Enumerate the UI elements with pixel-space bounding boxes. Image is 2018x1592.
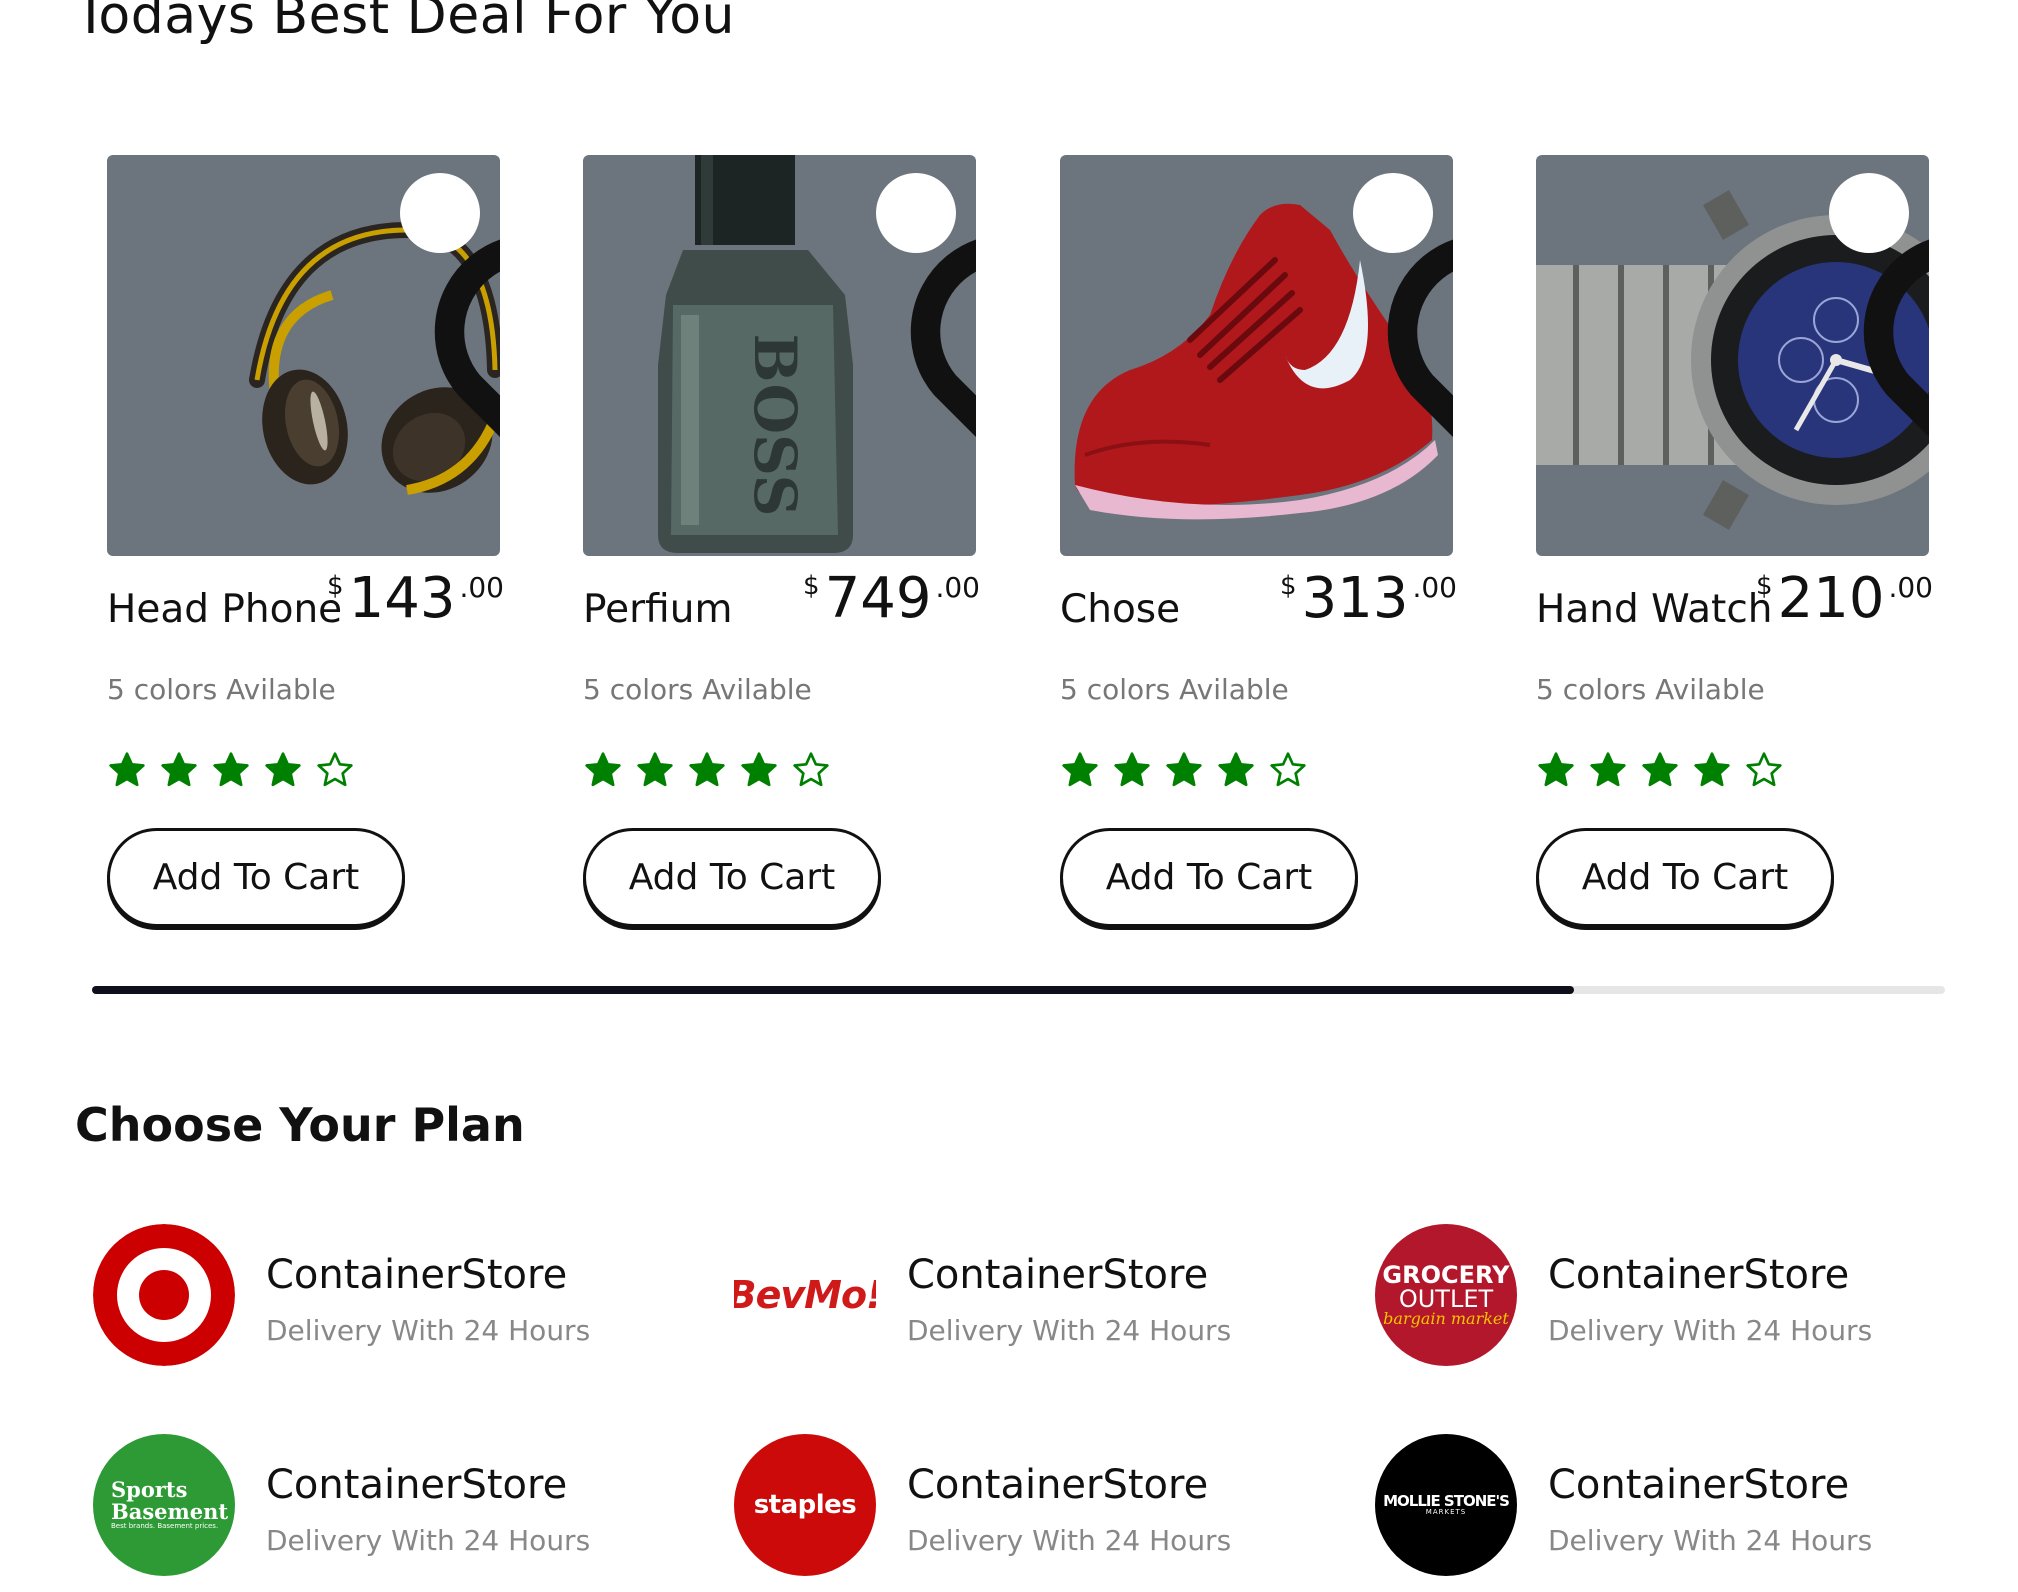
star-filled-icon <box>213 752 249 787</box>
product-image[interactable] <box>1536 155 1929 556</box>
store-item[interactable]: staples ContainerStore Delivery With 24 … <box>734 1434 1294 1584</box>
price-amount: 210 <box>1777 566 1885 631</box>
price-currency: $ <box>327 571 344 601</box>
price-cents: .00 <box>459 571 504 604</box>
section-title: Todays Best Deal For You <box>75 0 735 46</box>
star-outline-icon <box>793 752 829 787</box>
price-cents: .00 <box>935 571 980 604</box>
price-cents: .00 <box>1888 571 1933 604</box>
grocery-outlet-logo: GROCERY OUTLET bargain market <box>1375 1224 1517 1366</box>
target-logo <box>93 1224 235 1366</box>
mollie-stones-logo: MOLLIE STONE'S MARKETS <box>1375 1434 1517 1576</box>
product-name: Hand Watch <box>1536 587 1773 632</box>
price-currency: $ <box>1280 571 1297 601</box>
star-filled-icon <box>637 752 673 787</box>
store-name: ContainerStore <box>266 1252 568 1298</box>
store-delivery: Delivery With 24 Hours <box>907 1314 1232 1347</box>
product-image[interactable]: BOSS <box>583 155 976 556</box>
star-outline-icon <box>317 752 353 787</box>
product-price: $143.00 <box>327 566 504 631</box>
product-image[interactable] <box>107 155 500 556</box>
heart-outline-icon <box>910 239 976 438</box>
price-amount: 143 <box>348 566 456 631</box>
heart-outline-icon <box>1387 239 1453 438</box>
scrollbar-thumb[interactable] <box>92 986 1575 994</box>
store-delivery: Delivery With 24 Hours <box>266 1314 591 1347</box>
plan-title: Choose Your Plan <box>75 1098 525 1152</box>
favorite-button[interactable] <box>1353 173 1453 438</box>
star-filled-icon <box>1166 752 1202 787</box>
store-item[interactable]: Sports Basement Best brands. Basement pr… <box>93 1434 653 1584</box>
store-item[interactable]: GROCERY OUTLET bargain market ContainerS… <box>1375 1224 1935 1374</box>
star-filled-icon <box>1114 752 1150 787</box>
staples-logo: staples <box>734 1434 876 1576</box>
product-name: Perfium <box>583 587 733 632</box>
star-filled-icon <box>585 752 621 787</box>
add-to-cart-button[interactable]: Add To Cart <box>107 828 405 927</box>
rating-stars <box>107 750 355 790</box>
rating-stars <box>1536 750 1784 790</box>
add-to-cart-button[interactable]: Add To Cart <box>583 828 881 927</box>
rating-stars <box>1060 750 1308 790</box>
product-price: $749.00 <box>803 566 980 631</box>
colors-available: 5 colors Avilable <box>583 673 812 706</box>
star-filled-icon <box>161 752 197 787</box>
price-currency: $ <box>1756 571 1773 601</box>
sports-basement-logo: Sports Basement Best brands. Basement pr… <box>93 1434 235 1576</box>
product-price: $210.00 <box>1756 566 1933 631</box>
product-price: $313.00 <box>1280 566 1457 631</box>
store-item[interactable]: BevMo! ContainerStore Delivery With 24 H… <box>734 1224 1294 1374</box>
star-filled-icon <box>689 752 725 787</box>
favorite-button[interactable] <box>400 173 500 438</box>
store-name: ContainerStore <box>266 1462 568 1508</box>
price-currency: $ <box>803 571 820 601</box>
favorite-button[interactable] <box>1829 173 1929 438</box>
star-outline-icon <box>1270 752 1306 787</box>
product-name: Head Phone <box>107 587 343 632</box>
store-name: ContainerStore <box>907 1462 1209 1508</box>
colors-available: 5 colors Avilable <box>1060 673 1289 706</box>
favorite-button[interactable] <box>876 173 976 438</box>
store-item[interactable]: MOLLIE STONE'S MARKETS ContainerStore De… <box>1375 1434 1935 1584</box>
star-filled-icon <box>1538 752 1574 787</box>
heart-outline-icon <box>1863 239 1929 438</box>
star-filled-icon <box>1062 752 1098 787</box>
star-filled-icon <box>1218 752 1254 787</box>
star-outline-icon <box>1746 752 1782 787</box>
colors-available: 5 colors Avilable <box>107 673 336 706</box>
carousel-scrollbar[interactable] <box>92 986 1945 994</box>
store-delivery: Delivery With 24 Hours <box>266 1524 591 1557</box>
star-filled-icon <box>1590 752 1626 787</box>
rating-stars <box>583 750 831 790</box>
svg-text:BOSS: BOSS <box>741 333 809 516</box>
store-delivery: Delivery With 24 Hours <box>907 1524 1232 1557</box>
price-amount: 749 <box>824 566 932 631</box>
price-cents: .00 <box>1412 571 1457 604</box>
store-name: ContainerStore <box>1548 1462 1850 1508</box>
price-amount: 313 <box>1301 566 1409 631</box>
product-name: Chose <box>1060 587 1181 632</box>
bevmo-logo: BevMo! <box>734 1273 876 1317</box>
store-name: ContainerStore <box>1548 1252 1850 1298</box>
star-filled-icon <box>265 752 301 787</box>
product-image[interactable] <box>1060 155 1453 556</box>
store-name: ContainerStore <box>907 1252 1209 1298</box>
star-filled-icon <box>741 752 777 787</box>
store-delivery: Delivery With 24 Hours <box>1548 1524 1873 1557</box>
store-delivery: Delivery With 24 Hours <box>1548 1314 1873 1347</box>
star-filled-icon <box>1694 752 1730 787</box>
add-to-cart-button[interactable]: Add To Cart <box>1060 828 1358 927</box>
star-filled-icon <box>109 752 145 787</box>
colors-available: 5 colors Avilable <box>1536 673 1765 706</box>
store-item[interactable]: ContainerStore Delivery With 24 Hours <box>93 1224 653 1374</box>
heart-outline-icon <box>434 239 500 438</box>
add-to-cart-button[interactable]: Add To Cart <box>1536 828 1834 927</box>
star-filled-icon <box>1642 752 1678 787</box>
